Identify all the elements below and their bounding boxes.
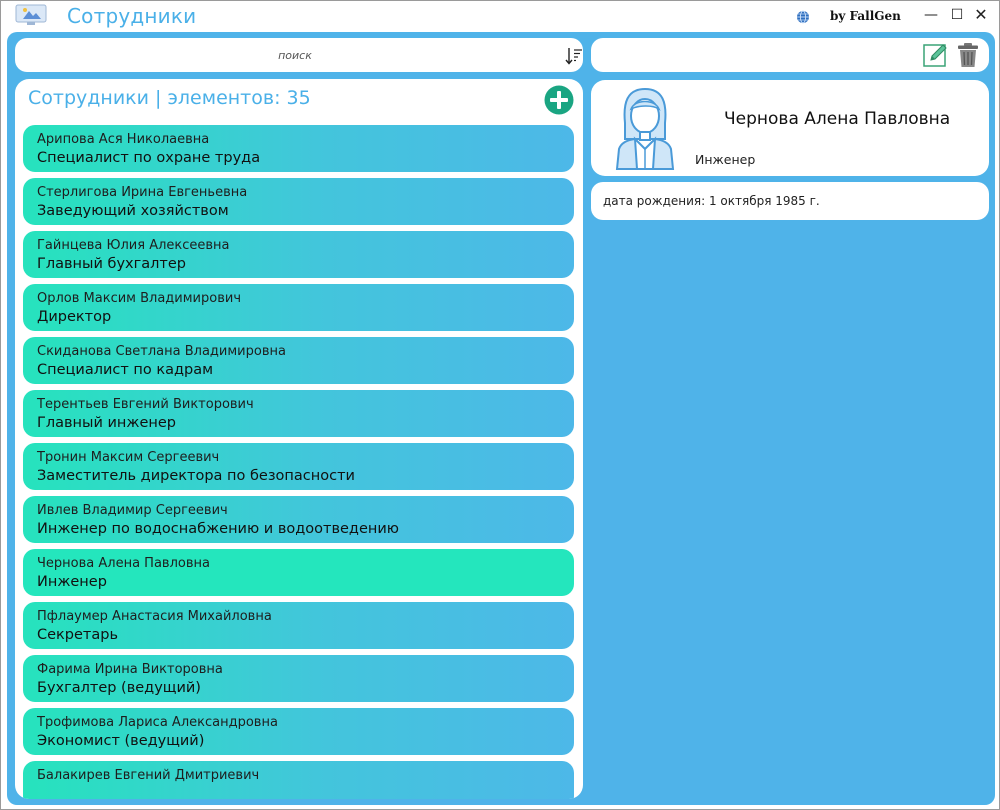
globe-icon[interactable] [796,9,810,24]
employee-name: Балакирев Евгений Дмитриевич [37,768,260,783]
birth-date: дата рождения: 1 октября 1985 г. [603,194,820,208]
employee-name: Фарима Ирина Викторовна [37,662,223,677]
employee-name: Ивлев Владимир Сергеевич [37,503,228,518]
search-input[interactable] [75,46,515,64]
employee-detail-card: Чернова Алена Павловна Инженер [591,80,989,176]
employee-position: Главный бухгалтер [37,256,186,272]
employee-position: Специалист по охране труда [37,150,261,166]
employee-name: Скиданова Светлана Владимировна [37,344,286,359]
content-area: Сотрудники | элементов: 35 Арипова Ася Н… [7,32,995,805]
employee-name: Стерлигова Ирина Евгеньевна [37,185,248,200]
employee-position: Экономист (ведущий) [37,733,205,749]
employee-name: Гайнцева Юлия Алексеевна [37,238,230,253]
title-bar[interactable]: Сотрудники by FallGen — ☐ ✕ [1,1,999,31]
birth-date-card: дата рождения: 1 октября 1985 г. [591,182,989,220]
detail-position: Инженер [695,152,756,167]
list-header: Сотрудники | элементов: 35 [28,87,311,109]
trash-icon[interactable] [957,42,979,68]
avatar-woman-icon [613,83,677,171]
employee-position: Заведующий хозяйством [37,203,229,219]
employee-name: Трофимова Лариса Александровна [37,715,278,730]
employee-name: Арипова Ася Николаевна [37,132,210,147]
detail-toolbar [591,38,989,72]
employee-position: Инженер [37,574,107,590]
list-item[interactable]: Стерлигова Ирина Евгеньевна Заведующий х… [23,178,574,225]
list-item[interactable]: Терентьев Евгений Викторович Главный инж… [23,390,574,437]
app-monitor-icon [15,4,47,26]
edit-icon[interactable] [922,41,950,69]
employee-name: Терентьев Евгений Викторович [37,397,254,412]
maximize-button[interactable]: ☐ [949,7,965,23]
employee-list: Арипова Ася Николаевна Специалист по охр… [23,125,574,799]
employee-name: Чернова Алена Павловна [37,556,210,571]
employee-name: Пфлаумер Анастасия Михайловна [37,609,272,624]
list-item[interactable]: Ивлев Владимир Сергеевич Инженер по водо… [23,496,574,543]
employee-position: Секретарь [37,627,119,643]
employee-position: Специалист по кадрам [37,362,214,378]
search-bar [15,38,583,72]
employee-position: Бухгалтер (ведущий) [37,680,201,696]
app-window: Сотрудники by FallGen — ☐ ✕ поиск Сотруд… [0,0,1000,810]
close-button[interactable]: ✕ [973,7,989,23]
list-item[interactable]: Скиданова Светлана Владимировна Специали… [23,337,574,384]
employee-position: Инженер по водоснабжению и водоотведению [37,521,399,537]
employee-position: Директор [37,309,112,325]
window-title: Сотрудники [67,4,197,28]
detail-name: Чернова Алена Павловна [724,109,951,129]
list-item[interactable]: Трофимова Лариса Александровна Экономист… [23,708,574,755]
list-item[interactable]: Орлов Максим Владимирович Директор [23,284,574,331]
sort-icon[interactable] [564,46,584,66]
employee-list-panel: Сотрудники | элементов: 35 Арипова Ася Н… [15,79,583,799]
list-item[interactable]: Фарима Ирина Викторовна Бухгалтер (ведущ… [23,655,574,702]
list-item[interactable]: Балакирев Евгений Дмитриевич [23,761,574,799]
author-label: by FallGen [830,9,901,23]
employee-position: Главный инженер [37,415,176,431]
minimize-button[interactable]: — [923,7,939,23]
add-icon[interactable] [544,85,574,115]
list-item[interactable]: Арипова Ася Николаевна Специалист по охр… [23,125,574,172]
employee-position: Заместитель директора по безопасности [37,468,355,484]
list-item[interactable]: Пфлаумер Анастасия Михайловна Секретарь [23,602,574,649]
list-item[interactable]: Тронин Максим Сергеевич Заместитель дире… [23,443,574,490]
employee-name: Орлов Максим Владимирович [37,291,241,306]
employee-name: Тронин Максим Сергеевич [37,450,220,465]
list-item-selected[interactable]: Чернова Алена Павловна Инженер [23,549,574,596]
list-item[interactable]: Гайнцева Юлия Алексеевна Главный бухгалт… [23,231,574,278]
